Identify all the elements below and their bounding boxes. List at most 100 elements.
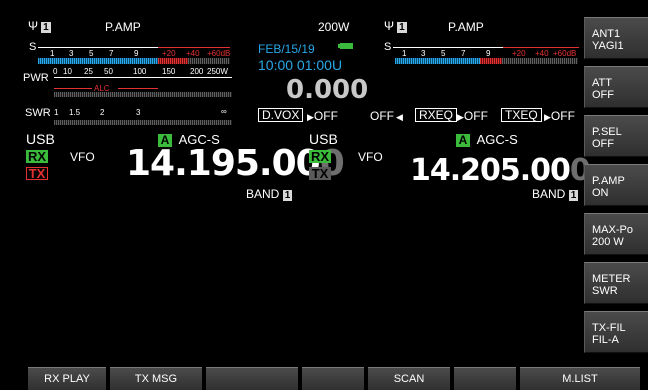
scan-button[interactable]: SCAN <box>368 367 450 390</box>
side-btn-line2: ON <box>592 187 609 199</box>
main-antenna-indicator: Ψ 1 <box>28 19 51 33</box>
sub-tx-indicator: TX <box>309 167 331 180</box>
swr-scale-tick: 1.5 <box>69 108 81 117</box>
main-rx-indicator: RX <box>26 149 48 164</box>
att-button[interactable]: ATT OFF <box>584 66 648 108</box>
function-key-6[interactable] <box>454 367 516 390</box>
s-scale-tick-red: +60dB <box>553 49 577 58</box>
sub-frequency: 14.205.000 <box>410 153 591 188</box>
main-frequency-digits: 14.195.00 <box>126 143 321 184</box>
ant-button[interactable]: ANT1 YAGI1 <box>584 17 648 59</box>
sub-agc-label: AGC-S <box>476 132 518 147</box>
date-display: FEB/15/19 <box>258 42 315 56</box>
m-list-button[interactable]: M.LIST <box>520 367 640 390</box>
psel-button[interactable]: P.SEL OFF <box>584 115 648 157</box>
main-band-label: BAND <box>246 187 280 201</box>
side-btn-line1: MAX-Po <box>592 224 633 236</box>
sub-band-label: BAND <box>532 187 566 201</box>
time-display: 10:00 01:00U <box>258 57 343 73</box>
sub-band-number: 1 <box>568 190 579 201</box>
s-scale-tick: 5 <box>89 49 94 58</box>
tx-power-label: 200W <box>318 20 350 34</box>
sub-preamp-label: P.AMP <box>448 20 484 34</box>
pwr-scale-tick: 10 <box>63 67 72 76</box>
pamp-button[interactable]: P.AMP ON <box>584 164 648 206</box>
sub-vfo-label: VFO <box>358 150 383 164</box>
txeq-value: OFF <box>550 109 575 123</box>
s-scale-tick-red: +20 <box>162 49 176 58</box>
antenna-icon: Ψ <box>384 19 395 33</box>
tx-msg-button[interactable]: TX MSG <box>110 367 202 390</box>
side-btn-line2: OFF <box>592 89 614 101</box>
main-band: BAND 1 <box>246 187 293 201</box>
pwr-meter-label: PWR <box>23 72 49 84</box>
play-icon: ▶ <box>544 112 551 122</box>
main-mode: USB <box>26 131 55 147</box>
swr-meter-label: SWR <box>25 107 51 119</box>
pwr-scale-tick: 150 <box>162 67 176 76</box>
s-scale-tick: 7 <box>461 49 466 58</box>
rxeq-value: OFF <box>463 109 488 123</box>
main-antenna-number: 1 <box>41 22 51 33</box>
play-icon: ▶ <box>457 112 464 122</box>
meter-value-display: 0.000 <box>286 75 369 105</box>
rxeq-status: ▶OFF <box>457 109 488 123</box>
s-scale-tick-red: +40 <box>535 49 549 58</box>
eq-left-value: OFF <box>370 109 394 123</box>
dvox-button[interactable]: D.VOX <box>258 108 304 122</box>
side-btn-line2: YAGI1 <box>592 40 624 52</box>
function-key-3[interactable] <box>206 367 298 390</box>
side-btn-line2: FIL-A <box>592 334 619 346</box>
dvox-status: ▶OFF <box>307 109 338 123</box>
side-btn-line2: 200 W <box>592 236 624 248</box>
swr-scale-tick: 3 <box>136 108 141 117</box>
antenna-icon: Ψ <box>28 19 39 33</box>
side-btn-line1: TX-FIL <box>592 322 626 334</box>
s-scale-tick: 9 <box>486 49 491 58</box>
swr-scale-tick: 2 <box>100 108 105 117</box>
side-btn-line1: P.AMP <box>592 175 625 187</box>
side-btn-line1: ATT <box>592 77 612 89</box>
function-key-4[interactable] <box>302 367 364 390</box>
sub-a-badge: A <box>456 134 470 147</box>
s-scale-tick: 7 <box>109 49 114 58</box>
rxeq-button[interactable]: RXEQ <box>415 108 458 122</box>
left-arrow-icon: ◀ <box>396 112 403 122</box>
transceiver-screen: Ψ 1 P.AMP 200W S 1 3 5 7 9 +20 +40 +60dB… <box>0 0 648 390</box>
s-scale-tick: 3 <box>421 49 426 58</box>
side-menu: ANT1 YAGI1 ATT OFF P.SEL OFF P.AMP ON MA… <box>584 17 648 362</box>
side-btn-line1: P.SEL <box>592 126 622 138</box>
sub-eq-left-status: OFF ◀ <box>370 109 403 123</box>
main-s-meter-label: S <box>29 41 37 53</box>
meter-button[interactable]: METER SWR <box>584 262 648 304</box>
max-po-button[interactable]: MAX-Po 200 W <box>584 213 648 255</box>
pwr-scale-tick: 250W <box>207 67 228 76</box>
sub-agc: A AGC-S <box>456 132 518 147</box>
s-scale-tick: 5 <box>441 49 446 58</box>
swr-scale-tick: ∞ <box>221 107 227 116</box>
sub-mode: USB <box>309 131 338 147</box>
sub-antenna-number: 1 <box>397 22 407 33</box>
main-vfo-label: VFO <box>70 150 95 164</box>
s-scale-tick: 3 <box>69 49 74 58</box>
side-btn-line2: SWR <box>592 285 618 297</box>
sub-s-meter-label: S <box>384 41 392 53</box>
tx-fil-button[interactable]: TX-FIL FIL-A <box>584 311 648 353</box>
battery-icon <box>338 43 353 49</box>
s-scale-tick: 9 <box>134 49 139 58</box>
main-tx-indicator: TX <box>26 167 48 180</box>
s-scale-tick-red: +60dB <box>207 49 231 58</box>
txeq-status: ▶OFF <box>544 109 575 123</box>
side-btn-line1: METER <box>592 273 631 285</box>
s-scale-tick: 1 <box>402 49 407 58</box>
txeq-button[interactable]: TXEQ <box>501 108 542 122</box>
sub-band: BAND 1 <box>532 187 579 201</box>
pwr-scale-tick: 100 <box>133 67 147 76</box>
play-icon: ▶ <box>307 112 314 122</box>
sub-frequency-digits: 14.205.00 <box>410 153 571 188</box>
pwr-scale-tick: 50 <box>104 67 113 76</box>
rx-play-button[interactable]: RX PLAY <box>28 367 106 390</box>
s-scale-tick-red: +40 <box>186 49 200 58</box>
s-scale-tick: 1 <box>50 49 55 58</box>
pwr-scale-tick: 0 <box>53 67 58 76</box>
